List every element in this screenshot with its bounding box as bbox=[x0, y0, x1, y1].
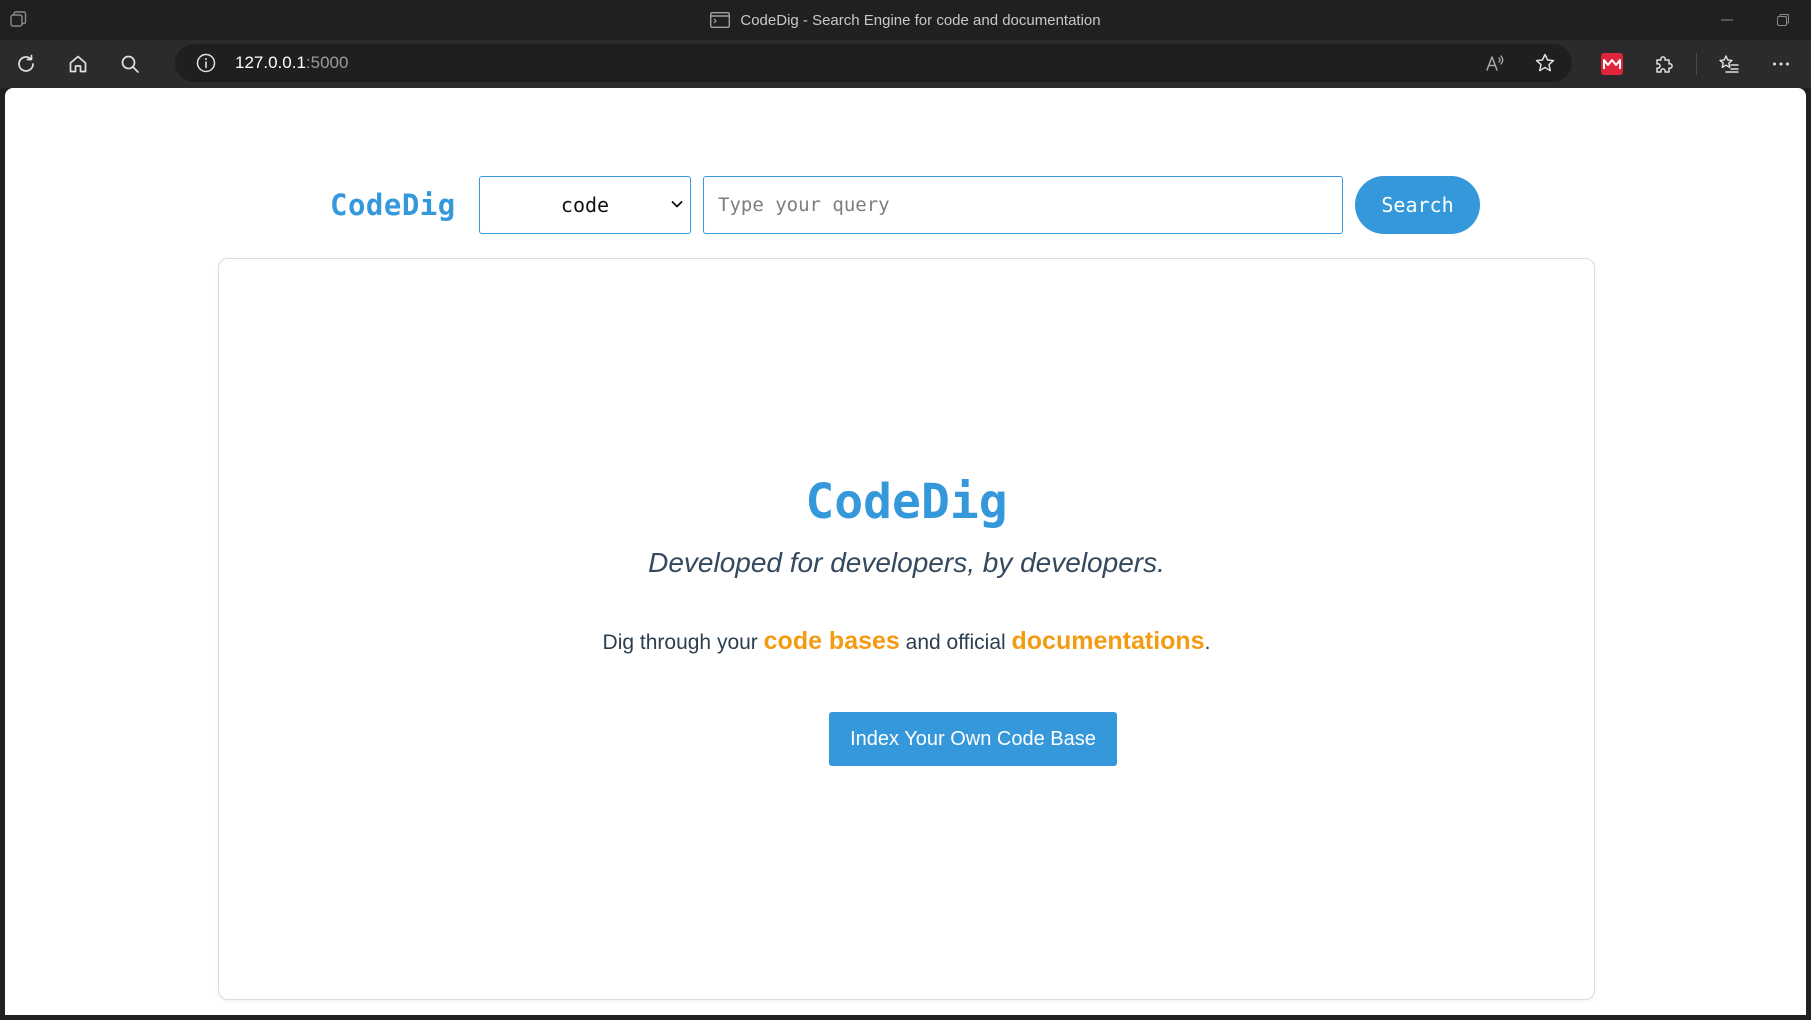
toolbar-right-actions bbox=[1586, 44, 1807, 84]
more-button[interactable] bbox=[1755, 44, 1807, 84]
favorites-button[interactable] bbox=[1703, 44, 1755, 84]
brand-logo[interactable]: CodeDig bbox=[330, 188, 456, 222]
search-type-select[interactable]: code bbox=[479, 176, 691, 234]
hero-desc-suffix: . bbox=[1204, 631, 1211, 654]
hero-desc-prefix: Dig through your bbox=[602, 631, 764, 654]
address-bar[interactable]: 127.0.0.1:5000 bbox=[175, 44, 1572, 82]
hero-highlight-code-bases: code bases bbox=[763, 627, 900, 655]
extension-button[interactable] bbox=[1586, 44, 1638, 84]
index-code-base-button[interactable]: Index Your Own Code Base bbox=[829, 712, 1117, 766]
url-host: 127.0.0.1 bbox=[235, 53, 306, 72]
browser-toolbar: 127.0.0.1:5000 bbox=[0, 40, 1811, 88]
extension-icon bbox=[1601, 53, 1623, 75]
search-button-toolbar[interactable] bbox=[104, 44, 156, 84]
restore-icon bbox=[1777, 14, 1789, 26]
hero-desc-middle: and official bbox=[899, 631, 1012, 654]
address-url[interactable]: 127.0.0.1:5000 bbox=[235, 53, 348, 73]
minimize-button[interactable] bbox=[1699, 0, 1755, 40]
extensions-puzzle-icon bbox=[1656, 56, 1673, 73]
refresh-button[interactable] bbox=[0, 44, 52, 84]
minimize-icon bbox=[1721, 19, 1733, 21]
hero-subtitle: Developed for developers, by developers. bbox=[648, 547, 1165, 578]
info-icon[interactable] bbox=[195, 52, 217, 74]
toolbar-separator bbox=[1696, 53, 1697, 75]
chevron-down-icon bbox=[671, 201, 683, 208]
read-aloud-icon[interactable] bbox=[1484, 52, 1506, 74]
page-viewport: CodeDig code Search CodeDig Developed fo… bbox=[5, 88, 1806, 1015]
window-titlebar: CodeDig - Search Engine for code and doc… bbox=[0, 0, 1811, 40]
window-title-group: CodeDig - Search Engine for code and doc… bbox=[710, 11, 1101, 29]
search-header: CodeDig code Search bbox=[5, 176, 1806, 234]
hero-title: CodeDig bbox=[805, 474, 1008, 530]
favorites-icon bbox=[1719, 55, 1739, 73]
refresh-icon bbox=[18, 54, 34, 72]
favorite-star-icon[interactable] bbox=[1534, 52, 1556, 74]
hero-highlight-documentations: documentations bbox=[1011, 627, 1205, 655]
address-bar-actions bbox=[1484, 44, 1556, 82]
home-button[interactable] bbox=[52, 44, 104, 84]
search-icon bbox=[121, 55, 139, 73]
home-icon bbox=[69, 55, 87, 73]
more-icon bbox=[1773, 62, 1789, 66]
welcome-card: CodeDig Developed for developers, by dev… bbox=[218, 258, 1595, 1000]
search-type-value: code bbox=[560, 193, 610, 217]
hero-description: Dig through your code bases and official… bbox=[219, 627, 1594, 656]
search-button[interactable]: Search bbox=[1355, 176, 1480, 234]
window-title: CodeDig - Search Engine for code and doc… bbox=[740, 11, 1101, 29]
restore-button[interactable] bbox=[1755, 0, 1811, 40]
search-input[interactable] bbox=[703, 176, 1343, 234]
url-port: :5000 bbox=[305, 53, 349, 72]
page-icon bbox=[710, 11, 731, 29]
extensions-button[interactable] bbox=[1638, 44, 1690, 84]
window-controls bbox=[1699, 0, 1811, 40]
tab-actions-icon[interactable] bbox=[8, 10, 28, 30]
